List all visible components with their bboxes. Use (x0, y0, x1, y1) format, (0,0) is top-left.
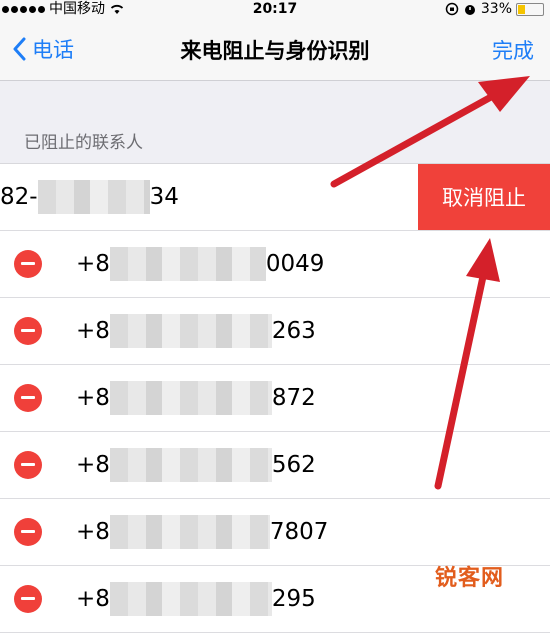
battery-percent: 33% (480, 1, 512, 17)
contact-number: +8 872 (76, 365, 316, 431)
status-right: 33% (445, 0, 544, 18)
navigation-bar: 电话 来电阻止与身份识别 完成 (0, 18, 550, 81)
redacted-digits (109, 381, 272, 415)
list-item[interactable]: +8 263 (0, 298, 550, 365)
status-bar: 中国移动 20:17 33% (0, 0, 550, 18)
number-suffix: 7807 (269, 519, 329, 545)
number-suffix: 0049 (265, 251, 325, 277)
number-prefix: +8 (76, 318, 110, 344)
redacted-digits (109, 515, 270, 549)
section-header-blocked-contacts: 已阻止的联系人 (24, 133, 143, 153)
contact-number: +8 0049 (76, 231, 324, 297)
done-button[interactable]: 完成 (492, 35, 534, 65)
redacted-digits (109, 314, 272, 348)
number-suffix: 263 (271, 318, 316, 344)
delete-minus-icon[interactable] (14, 451, 42, 479)
list-item[interactable]: +8 0049 (0, 231, 550, 298)
redacted-digits (109, 247, 266, 281)
number-prefix: +8 (76, 586, 110, 612)
delete-minus-icon[interactable] (14, 250, 42, 278)
number-prefix: +8 (76, 251, 110, 277)
delete-minus-icon[interactable] (14, 518, 42, 546)
number-prefix: +8 (76, 452, 110, 478)
number-suffix: 872 (271, 385, 316, 411)
unblock-button[interactable]: 取消阻止 (418, 164, 550, 230)
list-item[interactable]: +8 562 (0, 432, 550, 499)
battery-icon (516, 2, 544, 16)
number-suffix: 34 (149, 184, 179, 210)
contact-number: 82- 34 (0, 164, 179, 230)
list-item[interactable]: +8 872 (0, 365, 550, 432)
redacted-digits (109, 582, 272, 616)
contact-number: +8 263 (76, 298, 316, 364)
number-prefix: +8 (76, 519, 110, 545)
number-prefix: +8 (76, 385, 110, 411)
contact-number: +8 562 (76, 432, 316, 498)
redacted-digits (37, 180, 150, 214)
list-item[interactable]: +8 7807 (0, 499, 550, 566)
list-item-swiped[interactable]: 82- 34 取消阻止 (0, 164, 550, 231)
redacted-digits (109, 448, 272, 482)
number-suffix: 295 (271, 586, 316, 612)
contact-number: +8 295 (76, 566, 316, 632)
delete-minus-icon[interactable] (14, 585, 42, 613)
number-prefix: 82- (0, 184, 38, 210)
delete-minus-icon[interactable] (14, 317, 42, 345)
delete-minus-icon[interactable] (14, 384, 42, 412)
page-title: 来电阻止与身份识别 (180, 39, 370, 63)
contact-number: +8 7807 (76, 499, 328, 565)
rotation-lock-icon (445, 2, 459, 16)
number-suffix: 562 (271, 452, 316, 478)
watermark-logo: 锐客网 (434, 566, 504, 591)
alarm-icon (464, 5, 475, 15)
